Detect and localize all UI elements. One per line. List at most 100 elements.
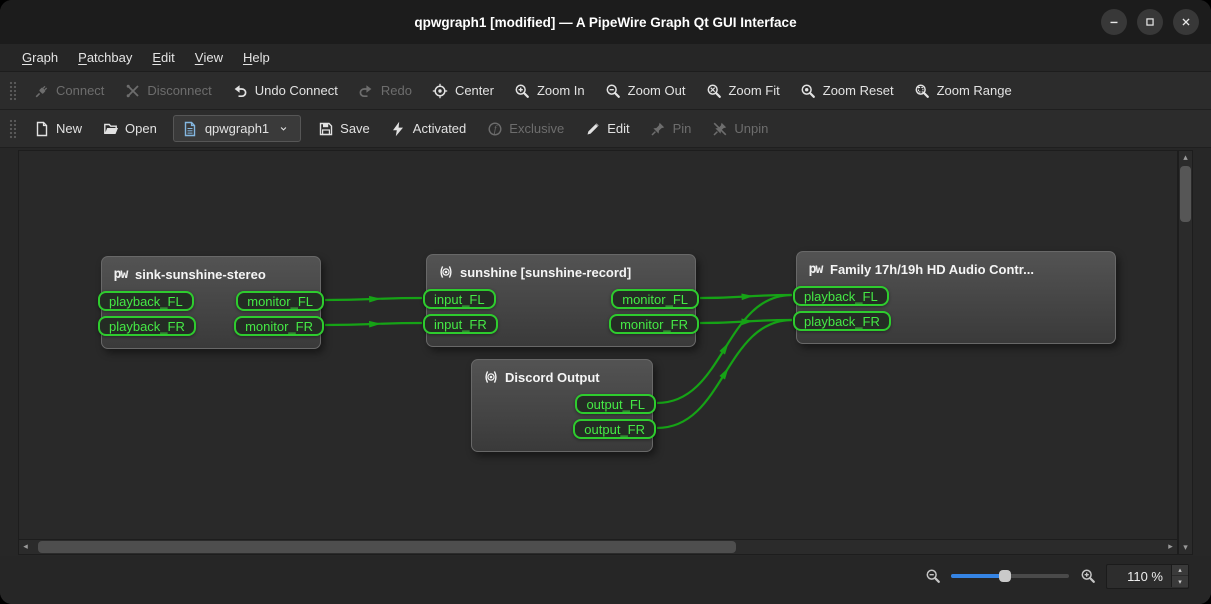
menu-view[interactable]: View: [185, 44, 233, 71]
pipewire-icon: pw: [807, 261, 824, 278]
toolbar-button-pin[interactable]: Pin: [640, 114, 702, 143]
toolbar-button-label: Activated: [413, 121, 466, 136]
vertical-scrollbar-track[interactable]: [1179, 164, 1192, 541]
app-window: qpwgraph1 [modified] — A PipeWire Graph …: [0, 0, 1211, 604]
undo-icon: [232, 82, 249, 99]
toolbar-button-label: Zoom Fit: [728, 83, 779, 98]
disconnect-icon: [124, 82, 141, 99]
toolbar-button-label: Disconnect: [147, 83, 211, 98]
maximize-button[interactable]: [1137, 9, 1163, 35]
svg-text:f: f: [494, 124, 498, 135]
zoom-slider[interactable]: [951, 568, 1069, 584]
connection-wire-sink-monitor-fr-to-sunshine-input-fr[interactable]: [325, 323, 422, 325]
wire-arrowhead: [369, 296, 381, 303]
graph-node-discord[interactable]: Discord Output output_FL output_FR: [471, 359, 653, 452]
zoom-spinbox[interactable]: 110 % ▴ ▾: [1106, 564, 1189, 589]
port-input-input-fl[interactable]: input_FL: [423, 289, 496, 309]
horizontal-scrollbar-thumb[interactable]: [38, 541, 736, 553]
connection-wire-sunshine-monitor-fl-to-family-playback-fl[interactable]: [700, 295, 792, 298]
new-icon: [33, 120, 50, 137]
toolbar-button-zoom-in[interactable]: Zoom In: [504, 76, 595, 105]
toolbar-button-exclusive[interactable]: fExclusive: [476, 114, 574, 143]
unpin-icon: [711, 120, 728, 137]
window-title: qpwgraph1 [modified] — A PipeWire Graph …: [414, 15, 796, 30]
port-input-playback-fl[interactable]: playback_FL: [98, 291, 194, 311]
toolbar-button-zoom-range[interactable]: Zoom Range: [904, 76, 1022, 105]
zoom-spin-down-button[interactable]: ▾: [1172, 576, 1188, 587]
window-controls: [1101, 0, 1199, 44]
graph-canvas[interactable]: pwsink-sunshine-stereoplayback_FLmonitor…: [18, 150, 1178, 540]
horizontal-scrollbar[interactable]: ◂ ▸: [18, 540, 1178, 555]
toolbar-grip[interactable]: [9, 81, 16, 101]
toolbar-button-open[interactable]: Open: [92, 114, 167, 143]
node-title: Discord Output: [505, 370, 600, 385]
menu-help[interactable]: Help: [233, 44, 280, 71]
toolbar-button-label: Zoom In: [537, 83, 585, 98]
port-output-monitor-fl[interactable]: monitor_FL: [236, 291, 324, 311]
horizontal-scrollbar-track[interactable]: [32, 540, 1164, 554]
toolbar-button-undo[interactable]: Undo Connect: [222, 76, 348, 105]
connection-wire-sink-monitor-fl-to-sunshine-input-fl[interactable]: [325, 298, 422, 300]
node-header: Discord Output: [472, 360, 652, 394]
toolbar-button-zoom-reset[interactable]: Zoom Reset: [790, 76, 904, 105]
close-button[interactable]: [1173, 9, 1199, 35]
port-input-playback-fr[interactable]: playback_FR: [98, 316, 196, 336]
toolbar-button-center[interactable]: Center: [422, 76, 504, 105]
toolbar-button-new[interactable]: New: [23, 114, 92, 143]
menubar: GraphPatchbayEditViewHelp: [0, 44, 1211, 72]
port-output-monitor-fr[interactable]: monitor_FR: [609, 314, 699, 334]
port-output-output-fr[interactable]: output_FR: [573, 419, 656, 439]
vertical-scrollbar-thumb[interactable]: [1180, 166, 1191, 222]
save-icon: [317, 120, 334, 137]
toolbar-button-label: Zoom Reset: [823, 83, 894, 98]
record-icon: [437, 264, 454, 281]
scroll-down-button[interactable]: ▾: [1179, 541, 1192, 554]
node-title: Family 17h/19h HD Audio Contr...: [830, 262, 1034, 277]
titlebar[interactable]: qpwgraph1 [modified] — A PipeWire Graph …: [0, 0, 1211, 44]
port-input-playback-fr[interactable]: playback_FR: [793, 311, 891, 331]
close-icon: [1178, 14, 1195, 31]
minimize-button[interactable]: [1101, 9, 1127, 35]
toolbar-button-label: Edit: [607, 121, 629, 136]
port-input-input-fr[interactable]: input_FR: [423, 314, 498, 334]
open-icon: [102, 120, 119, 137]
menu-edit[interactable]: Edit: [142, 44, 184, 71]
toolbar-button-label: Zoom Range: [937, 83, 1012, 98]
toolbar-button-activated[interactable]: Activated: [380, 114, 476, 143]
scroll-right-button[interactable]: ▸: [1164, 540, 1177, 553]
zoom-in-indicator-icon: [1079, 568, 1096, 585]
node-title: sunshine [sunshine-record]: [460, 265, 631, 280]
connect-icon: [33, 82, 50, 99]
port-output-monitor-fl[interactable]: monitor_FL: [611, 289, 699, 309]
port-output-monitor-fr[interactable]: monitor_FR: [234, 316, 324, 336]
patchbay-profile-combo[interactable]: qpwgraph1: [173, 115, 301, 142]
toolbar-button-zoom-out[interactable]: Zoom Out: [595, 76, 696, 105]
zoom-slider-handle[interactable]: [999, 570, 1011, 582]
toolbar-button-redo[interactable]: Redo: [348, 76, 422, 105]
toolbar-button-disconnect[interactable]: Disconnect: [114, 76, 221, 105]
port-output-output-fl[interactable]: output_FL: [575, 394, 656, 414]
graph-node-sink[interactable]: pwsink-sunshine-stereoplayback_FLmonitor…: [101, 256, 321, 349]
vertical-scrollbar[interactable]: ▴ ▾: [1178, 150, 1193, 555]
wire-arrowhead: [719, 343, 728, 355]
toolbar-button-edit[interactable]: Edit: [574, 114, 639, 143]
combo-value: qpwgraph1: [205, 121, 269, 136]
graph-node-family[interactable]: pw Family 17h/19h HD Audio Contr... playba…: [796, 251, 1116, 344]
menu-graph[interactable]: Graph: [12, 44, 68, 71]
toolbar-grip[interactable]: [9, 119, 16, 139]
toolbar-button-unpin[interactable]: Unpin: [701, 114, 778, 143]
zoom-spin-up-button[interactable]: ▴: [1172, 565, 1188, 576]
toolbar-button-zoom-fit[interactable]: Zoom Fit: [695, 76, 789, 105]
graph-node-sunshine[interactable]: sunshine [sunshine-record]input_FLmonito…: [426, 254, 696, 347]
menu-patchbay[interactable]: Patchbay: [68, 44, 142, 71]
toolbar-button-save[interactable]: Save: [307, 114, 380, 143]
toolbar-button-connect[interactable]: Connect: [23, 76, 114, 105]
scroll-left-button[interactable]: ◂: [19, 540, 32, 553]
connection-wire-sunshine-monitor-fr-to-family-playback-fr[interactable]: [700, 320, 792, 323]
zoom-range-icon: [914, 82, 931, 99]
wire-arrowhead: [719, 368, 728, 380]
maximize-icon: [1142, 14, 1159, 31]
scroll-up-button[interactable]: ▴: [1179, 151, 1192, 164]
toolbar-button-label: Center: [455, 83, 494, 98]
port-input-playback-fl[interactable]: playback_FL: [793, 286, 889, 306]
